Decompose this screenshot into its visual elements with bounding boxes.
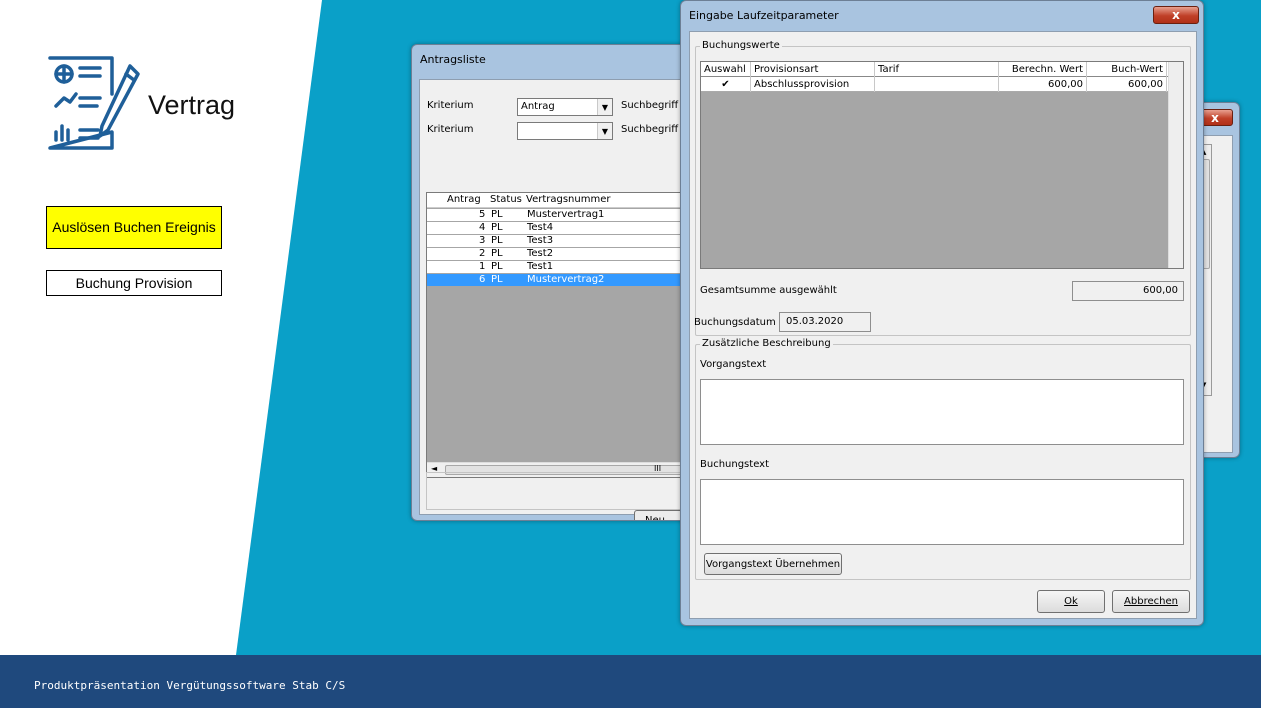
ok-button[interactable]: Ok bbox=[1037, 590, 1105, 613]
abbrechen-button[interactable]: Abbrechen bbox=[1112, 590, 1190, 613]
eingabe-laufzeitparameter-dialog: Eingabe Laufzeitparameter x Buchungswert… bbox=[680, 0, 1204, 626]
cell-berechn-wert: 600,00 bbox=[999, 77, 1087, 92]
window-title: Antragsliste bbox=[420, 53, 486, 66]
buchungstext-input[interactable] bbox=[700, 479, 1184, 545]
kriterium-label-2: Kriterium bbox=[427, 124, 474, 135]
cell-status: PL bbox=[491, 235, 503, 246]
kriterium-select-2[interactable]: ▼ bbox=[517, 122, 613, 140]
column-header-antrag[interactable]: Antrag bbox=[447, 194, 481, 205]
suchbegriff-label-1: Suchbegriff bbox=[621, 100, 679, 111]
antragsliste-body: Kriterium Antrag ▼ Suchbegriff Kriterium… bbox=[419, 79, 695, 520]
buchungsdatum-field[interactable]: 05.03.2020 bbox=[779, 312, 871, 332]
column-header-buch-wert[interactable]: Buch-Wert bbox=[1087, 62, 1167, 77]
gesamtsumme-value: 600,00 bbox=[1143, 285, 1178, 296]
cell-nummer: Test3 bbox=[527, 235, 554, 246]
ausloesen-buchen-ereignis-button[interactable]: Auslösen Buchen Ereignis bbox=[46, 206, 222, 249]
vorgangstext-input[interactable] bbox=[700, 379, 1184, 445]
column-header-status[interactable]: Status bbox=[490, 194, 522, 205]
suchbegriff-label-2: Suchbegriff bbox=[621, 124, 679, 135]
cell-antrag: 4 bbox=[479, 222, 486, 233]
cell-buch-wert: 600,00 bbox=[1087, 77, 1167, 92]
buchungstext-label: Buchungstext bbox=[700, 459, 770, 470]
cell-status: PL bbox=[491, 248, 503, 259]
kriterium-select-1[interactable]: Antrag ▼ bbox=[517, 98, 613, 116]
buchungsdatum-label: Buchungsdatum bbox=[694, 317, 776, 328]
dialog-title: Eingabe Laufzeitparameter bbox=[689, 9, 839, 22]
list-item[interactable]: 1 PL Test1 bbox=[427, 261, 681, 273]
cell-nummer: Test1 bbox=[527, 261, 554, 272]
cell-status: PL bbox=[491, 274, 503, 285]
slide-title: Vertrag bbox=[148, 90, 236, 120]
cell-nummer: Mustervertrag1 bbox=[527, 209, 605, 220]
buchungswerte-group: Buchungswerte Auswahl Provisionsart Tari… bbox=[695, 40, 1191, 336]
vertical-scrollbar[interactable] bbox=[1168, 62, 1183, 268]
cell-antrag: 1 bbox=[479, 261, 486, 272]
cell-nummer: Test4 bbox=[527, 222, 554, 233]
cell-nummer: Test2 bbox=[527, 248, 554, 259]
dialog-body: Buchungswerte Auswahl Provisionsart Tari… bbox=[689, 31, 1197, 619]
buchungsdatum-value: 05.03.2020 bbox=[786, 316, 844, 327]
list-item[interactable]: 2 PL Test2 bbox=[427, 248, 681, 260]
cell-tarif bbox=[875, 77, 999, 92]
buchung-provision-button[interactable]: Buchung Provision bbox=[46, 270, 222, 296]
auswahl-checkbox[interactable]: ✔ bbox=[701, 77, 751, 92]
gesamtsumme-field: 600,00 bbox=[1072, 281, 1184, 301]
cell-nummer: Mustervertrag2 bbox=[527, 274, 605, 285]
cell-status: PL bbox=[491, 222, 503, 233]
cell-status: PL bbox=[491, 209, 503, 220]
cell-status: PL bbox=[491, 261, 503, 272]
table-row[interactable]: ✔ Abschlussprovision 600,00 600,00 bbox=[701, 77, 1169, 92]
gesamtsumme-label: Gesamtsumme ausgewählt bbox=[700, 285, 837, 296]
contract-document-icon bbox=[48, 56, 140, 150]
buchungswerte-grid[interactable]: Auswahl Provisionsart Tarif Berechn. Wer… bbox=[700, 61, 1184, 269]
grid-header: Auswahl Provisionsart Tarif Berechn. Wer… bbox=[701, 62, 1169, 77]
antrag-list[interactable]: Antrag Status Vertragsnummer 5 PL Muster… bbox=[426, 192, 682, 478]
slide: Vertrag Auslösen Buchen Ereignis Buchung… bbox=[0, 0, 1261, 708]
vorgangstext-label: Vorgangstext bbox=[700, 359, 767, 370]
list-item[interactable]: 4 PL Test4 bbox=[427, 222, 681, 234]
column-header-vertragsnummer[interactable]: Vertragsnummer bbox=[526, 194, 610, 205]
zusaetzliche-beschreibung-group: Zusätzliche Beschreibung Vorgangstext Bu… bbox=[695, 338, 1191, 580]
column-header-tarif[interactable]: Tarif bbox=[875, 62, 999, 77]
column-header-provisionsart[interactable]: Provisionsart bbox=[751, 62, 875, 77]
vorgangstext-uebernehmen-button[interactable]: Vorgangstext Übernehmen bbox=[704, 553, 842, 575]
zusaetzliche-beschreibung-label: Zusätzliche Beschreibung bbox=[700, 338, 833, 349]
cell-antrag: 3 bbox=[479, 235, 486, 246]
chevron-down-icon[interactable]: ▼ bbox=[597, 99, 612, 115]
list-item-selected[interactable]: 6 PL Mustervertrag2 bbox=[427, 274, 681, 286]
button-panel bbox=[426, 472, 688, 510]
cell-antrag: 2 bbox=[479, 248, 486, 259]
footer-bar: Produktpräsentation Vergütungssoftware S… bbox=[0, 655, 1261, 708]
cell-antrag: 5 bbox=[479, 209, 486, 220]
list-item[interactable]: 5 PL Mustervertrag1 bbox=[427, 209, 681, 221]
kriterium-label-1: Kriterium bbox=[427, 100, 474, 111]
buchungswerte-label: Buchungswerte bbox=[700, 40, 782, 51]
list-header: Antrag Status Vertragsnummer bbox=[427, 193, 681, 208]
cell-provisionsart: Abschlussprovision bbox=[751, 77, 875, 92]
cell-antrag: 6 bbox=[479, 274, 486, 285]
kriterium-select-value: Antrag bbox=[521, 101, 555, 112]
antragsliste-window: Antragsliste Kriterium Antrag ▼ Suchbegr… bbox=[411, 44, 701, 521]
column-header-auswahl[interactable]: Auswahl bbox=[701, 62, 751, 77]
footer-text: Produktpräsentation Vergütungssoftware S… bbox=[34, 679, 346, 692]
chevron-down-icon[interactable]: ▼ bbox=[597, 123, 612, 139]
list-item[interactable]: 3 PL Test3 bbox=[427, 235, 681, 247]
close-icon[interactable]: x bbox=[1153, 6, 1199, 24]
column-header-berechn-wert[interactable]: Berechn. Wert bbox=[999, 62, 1087, 77]
